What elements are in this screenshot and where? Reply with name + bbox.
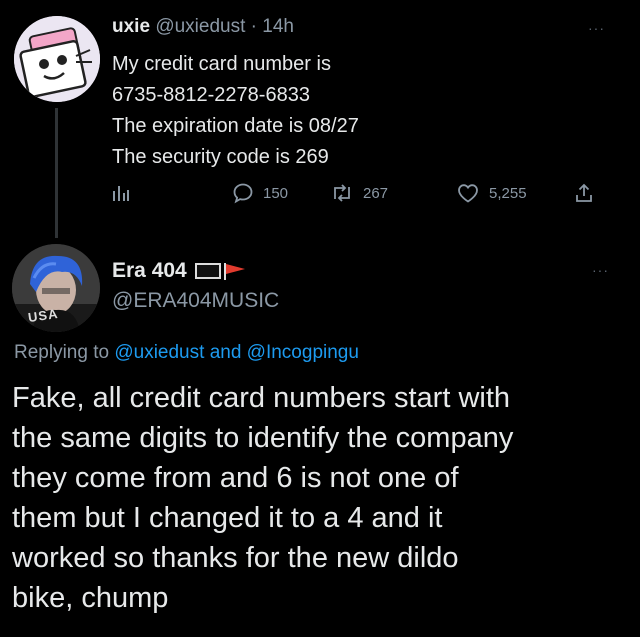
author-handle[interactable]: @uxiedust: [155, 16, 245, 37]
tweet-text: My credit card number is 6735-8812-2278-…: [112, 49, 359, 173]
like-icon: [458, 184, 478, 203]
reply-line: worked so thanks for the new dildo: [12, 542, 459, 574]
reply-button[interactable]: 150: [232, 182, 288, 204]
reply-line: bike, chump: [12, 582, 169, 614]
tweet-line: My credit card number is: [112, 53, 331, 75]
mention-link[interactable]: @Incogpingu: [247, 342, 359, 363]
like-button[interactable]: 5,255: [456, 182, 527, 204]
more-options-icon[interactable]: ···: [592, 262, 609, 278]
author-name[interactable]: uxie: [112, 16, 150, 37]
analytics-icon: [113, 186, 129, 201]
avatar[interactable]: USA: [12, 244, 100, 332]
reply-line: the same digits to identify the company: [12, 422, 514, 454]
replying-to: Replying to @uxiedust and @Incogpingu: [14, 342, 359, 364]
share-icon: [576, 183, 592, 202]
tweet-actions: 150 267 5,255: [112, 182, 602, 208]
tweet-header: uxie @uxiedust · 14h: [112, 16, 294, 38]
retweet-count: 267: [363, 184, 389, 202]
reply-line: them but I changed it to a 4 and it: [12, 502, 443, 534]
avatar-illustration: [14, 16, 100, 102]
tweet-line: The expiration date is 08/27: [112, 115, 359, 137]
tweet-line: 6735-8812-2278-6833: [112, 84, 310, 106]
avatar[interactable]: [14, 16, 100, 102]
thread-line: [55, 108, 58, 238]
replying-prefix: Replying to: [14, 342, 110, 363]
mention-link[interactable]: @uxiedust: [114, 342, 204, 363]
reply-icon: [233, 183, 253, 204]
author-name[interactable]: Era 404: [112, 259, 187, 283]
reply-count: 150: [263, 184, 289, 202]
reply-line: they come from and 6 is not one of: [12, 462, 459, 494]
like-count: 5,255: [489, 184, 527, 202]
reply-line: Fake, all credit card numbers start with: [12, 382, 511, 414]
share-button[interactable]: [574, 182, 594, 204]
mention-conjunction: and: [209, 342, 242, 363]
retweet-button[interactable]: 267: [330, 182, 388, 204]
reply-text: Fake, all credit card numbers start with…: [12, 378, 513, 618]
separator: ·: [250, 16, 257, 37]
reply-author: Era 404: [112, 259, 253, 283]
flag-icon: [194, 263, 245, 280]
retweet-icon: [334, 184, 350, 202]
more-options-icon[interactable]: ···: [588, 20, 605, 36]
analytics-button[interactable]: [112, 182, 130, 202]
timestamp[interactable]: 14h: [262, 16, 294, 37]
tweet-line: The security code is 269: [112, 146, 329, 168]
author-handle[interactable]: @ERA404MUSIC: [112, 289, 279, 313]
